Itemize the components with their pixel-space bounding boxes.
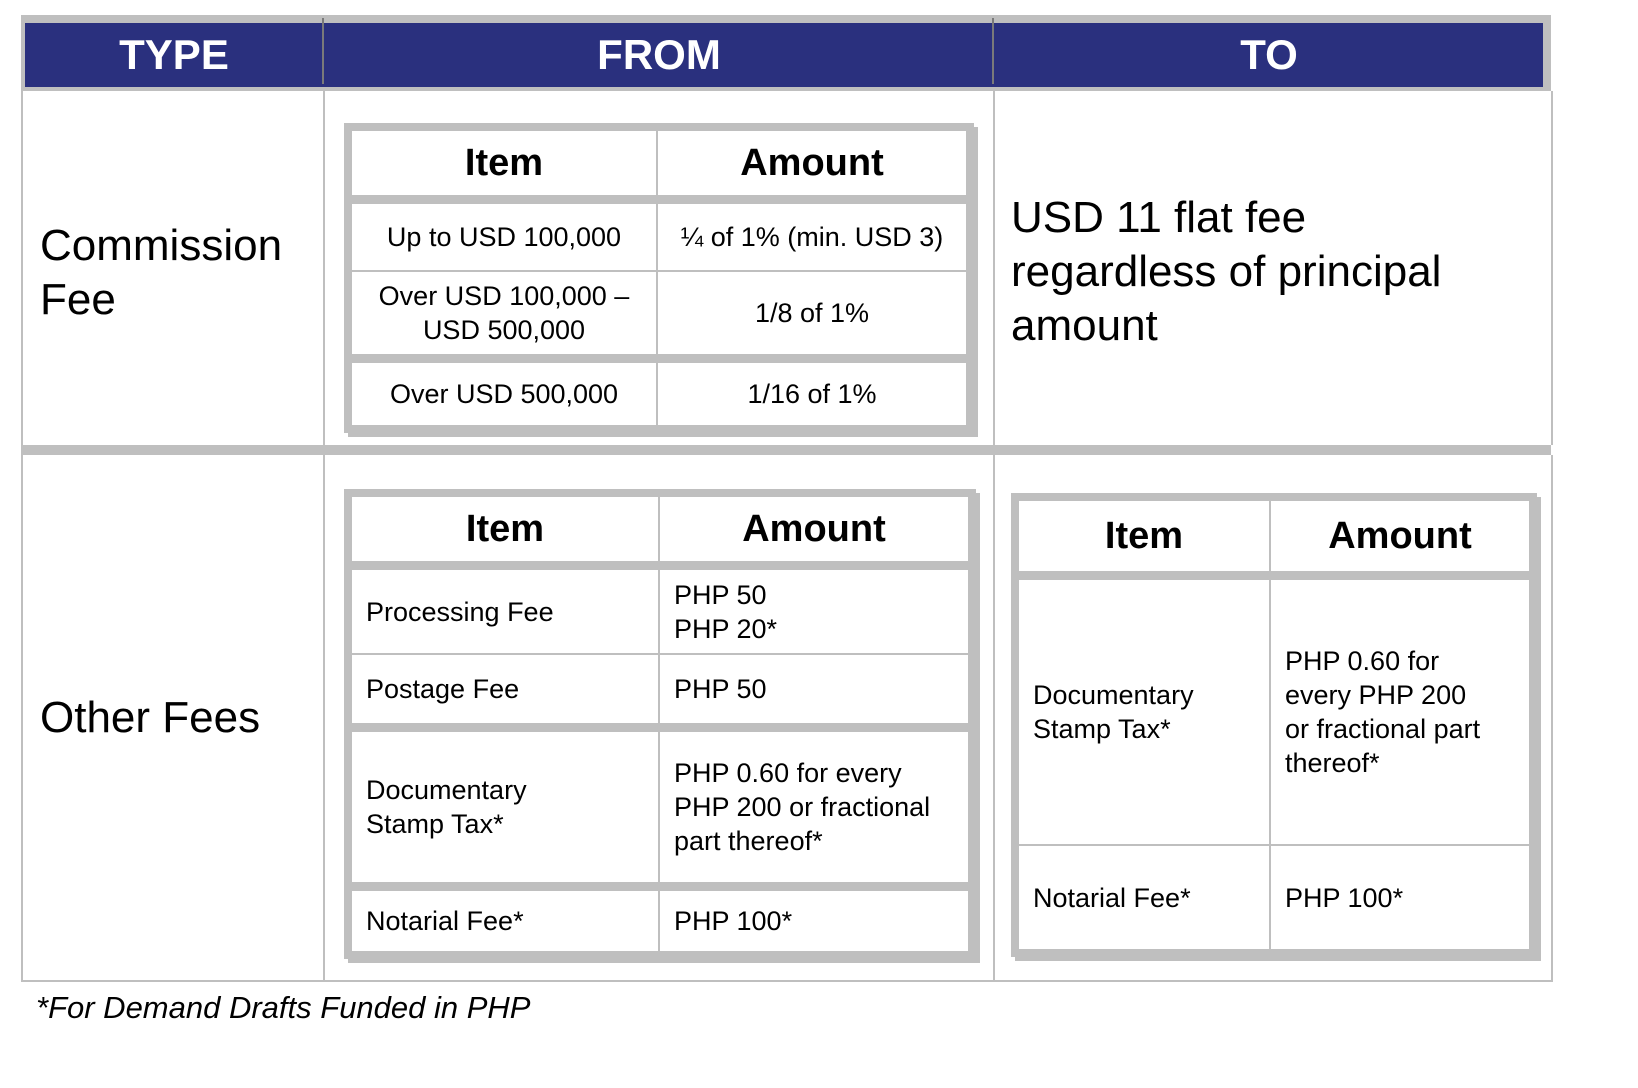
col-amount-header: Amount xyxy=(740,141,884,184)
item-cell: Documentary Stamp Tax* xyxy=(1019,580,1269,844)
table-row: Notarial Fee* PHP 100* xyxy=(352,891,968,951)
amount-line: every PHP 200 xyxy=(1285,680,1467,710)
amount-cell: 1/8 of 1% xyxy=(754,298,870,328)
amount-cell: PHP 50 xyxy=(674,674,767,704)
column-divider xyxy=(993,91,995,445)
item-cell: Postage Fee xyxy=(366,674,520,704)
amount-line: part thereof* xyxy=(674,826,823,856)
header-from: FROM xyxy=(597,31,721,78)
table-row: Over USD 500,000 1/16 of 1% xyxy=(352,363,966,425)
text-line: amount xyxy=(1011,301,1158,350)
item-cell: Processing Fee xyxy=(366,596,554,627)
amount-line: PHP 20* xyxy=(674,613,778,644)
table-row: Postage Fee PHP 50 xyxy=(352,655,968,723)
table-row: Notarial Fee* PHP 100* xyxy=(1019,846,1529,949)
table-row: Processing Fee PHP 50 PHP 20* xyxy=(352,570,968,653)
commission-to-text: USD 11 flat fee regardless of principal … xyxy=(1011,191,1491,353)
column-divider xyxy=(993,455,995,980)
inner-header-row: Item Amount xyxy=(352,497,968,561)
amount-line: PHP 50 xyxy=(674,579,767,610)
header-divider xyxy=(322,18,324,84)
amount-line: PHP 0.60 for xyxy=(1285,646,1440,676)
header-type: TYPE xyxy=(119,31,229,78)
item-cell: Documentary Stamp Tax* xyxy=(352,732,658,882)
other-fees-to-table: Item Amount Documentary Stamp Tax* PHP 0… xyxy=(1011,493,1537,957)
item-cell: Up to USD 100,000 xyxy=(386,222,622,252)
other-fees-from-table: Item Amount Processing Fee PHP 50 PHP 20… xyxy=(344,489,976,959)
footnote: *For Demand Drafts Funded in PHP xyxy=(36,990,531,1025)
table-row: Documentary Stamp Tax* PHP 0.60 for ever… xyxy=(1019,580,1529,844)
table-row: Documentary Stamp Tax* PHP 0.60 for ever… xyxy=(352,732,968,882)
amount-line: PHP 0.60 for every xyxy=(674,758,902,788)
commission-fee-row: Commission Fee Item Amount Up to USD 100… xyxy=(21,91,1553,445)
col-item-header: Item xyxy=(465,507,545,550)
amount-line: thereof* xyxy=(1285,748,1380,778)
amount-cell: 1/16 of 1% xyxy=(747,379,877,409)
table-row: Up to USD 100,000 ¼ of 1% (min. USD 3) xyxy=(352,204,966,270)
amount-cell: PHP 100* xyxy=(674,906,793,936)
amount-cell: PHP 0.60 for every PHP 200 or fractional… xyxy=(1271,580,1529,844)
item-cell: Notarial Fee* xyxy=(366,906,524,936)
row-separator xyxy=(21,445,1551,455)
other-fees-label: Other Fees xyxy=(40,693,261,742)
amount-line: or fractional part xyxy=(1285,714,1481,744)
table-row: Over USD 100,000 – USD 500,000 1/8 of 1% xyxy=(352,272,966,354)
commission-fee-label: Commission Fee xyxy=(40,219,282,327)
amount-cell: ¼ of 1% (min. USD 3) xyxy=(680,222,944,252)
item-cell: Notarial Fee* xyxy=(1033,882,1191,913)
text-line: regardless of principal xyxy=(1011,247,1442,296)
item-cell: Over USD 500,000 xyxy=(389,379,619,409)
inner-header-row: Item Amount xyxy=(352,131,966,195)
amount-cell: PHP 50 PHP 20* xyxy=(660,570,968,653)
item-cell: Over USD 100,000 – USD 500,000 xyxy=(352,272,656,354)
amount-cell: PHP 100* xyxy=(1285,882,1404,913)
label-line: Commission xyxy=(40,221,283,270)
label-line: Fee xyxy=(40,275,116,324)
text-line: USD 11 flat fee xyxy=(1011,193,1307,242)
item-line: Stamp Tax* xyxy=(366,809,504,839)
table-header: TYPE FROM TO xyxy=(21,15,1551,91)
col-amount-header: Amount xyxy=(742,507,886,550)
col-item-header: Item xyxy=(464,141,544,184)
amount-cell: PHP 0.60 for every PHP 200 or fractional… xyxy=(660,732,968,882)
amount-line: PHP 200 or fractional xyxy=(674,792,931,822)
header-divider xyxy=(992,18,994,84)
header-to: TO xyxy=(1240,31,1298,78)
col-amount-header: Amount xyxy=(1328,514,1472,557)
item-line: Documentary xyxy=(366,775,527,805)
column-divider xyxy=(323,455,325,980)
item-line: Over USD 100,000 – xyxy=(378,281,630,311)
item-line: USD 500,000 xyxy=(422,315,586,345)
item-line: Documentary xyxy=(1033,680,1194,710)
inner-header-row: Item Amount xyxy=(1019,501,1529,571)
other-fees-row: Other Fees Item Amount Processing Fee PH… xyxy=(21,455,1553,982)
col-item-header: Item xyxy=(1104,514,1184,557)
commission-from-table: Item Amount Up to USD 100,000 ¼ of 1% (m… xyxy=(344,123,974,433)
item-line: Stamp Tax* xyxy=(1033,714,1171,744)
column-divider xyxy=(323,91,325,445)
